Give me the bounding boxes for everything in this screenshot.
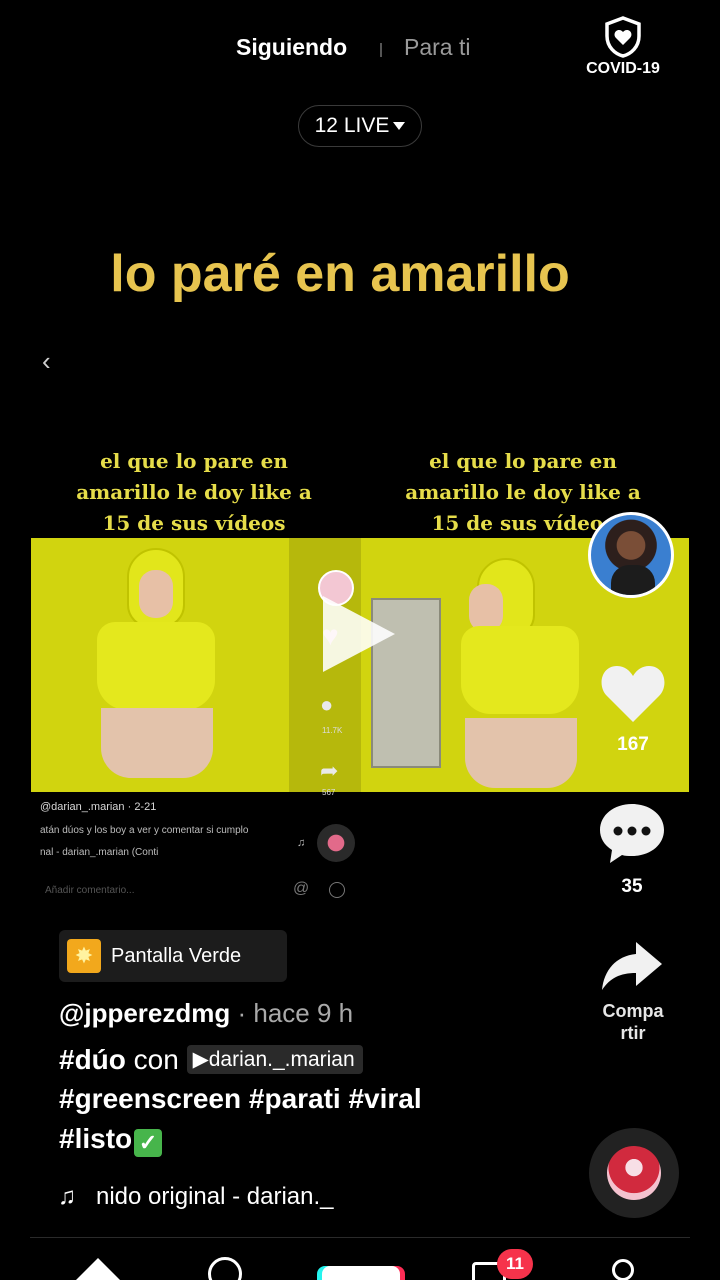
- hashtag-listo[interactable]: #listo: [59, 1123, 132, 1154]
- heart-icon: [601, 666, 665, 722]
- create-icon[interactable]: [322, 1266, 400, 1280]
- tab-for-you[interactable]: Para ti: [404, 34, 470, 61]
- covid-label: COVID-19: [586, 60, 660, 77]
- bottom-divider: [30, 1237, 690, 1238]
- caret-down-icon: [393, 122, 406, 130]
- at-icon: @: [293, 880, 310, 897]
- tab-divider: [380, 43, 382, 57]
- hashtag-duo[interactable]: #dúo: [59, 1044, 126, 1075]
- embedded-comment-placeholder: Añadir comentario...: [45, 885, 135, 896]
- description-line-1: #dúo con ▶darian._.marian: [59, 1044, 363, 1076]
- home-icon[interactable]: [76, 1258, 120, 1280]
- effect-chip[interactable]: ✸ Pantalla Verde: [59, 930, 287, 982]
- search-icon[interactable]: [208, 1257, 242, 1280]
- video-caption: lo paré en amarillo: [110, 245, 570, 303]
- embedded-sound: nal - darian_.marian (Conti: [40, 847, 159, 858]
- sparkle-icon: ✸: [67, 939, 101, 973]
- embedded-username: @darian_.marian · 2-21: [40, 801, 157, 813]
- inbox-badge: 11: [497, 1249, 533, 1279]
- like-count: 167: [617, 734, 649, 755]
- music-note-icon: ♫: [58, 1183, 76, 1210]
- emoji-icon: [329, 882, 345, 898]
- comment-icon: ●: [320, 692, 334, 717]
- bottom-nav: [0, 1250, 720, 1280]
- check-mark-icon: ✓: [134, 1129, 163, 1157]
- profile-icon[interactable]: [612, 1259, 634, 1280]
- shield-icon: [605, 16, 641, 58]
- comment-button[interactable]: [598, 800, 666, 871]
- sound-line[interactable]: ♫ nido original - darian._: [58, 1183, 333, 1211]
- mid-comment-count: 11.7K: [322, 726, 343, 735]
- live-button[interactable]: 12 LIVE: [298, 105, 422, 147]
- music-disc[interactable]: [589, 1128, 679, 1218]
- hashtags-line[interactable]: #greenscreen #parati #viral: [59, 1083, 422, 1115]
- overlay-text-left: el que lo pare en amarillo le doy like a…: [76, 449, 312, 535]
- mid-share-count: 567: [322, 788, 336, 797]
- duet-con-text: con: [125, 1044, 187, 1075]
- description-line-3: #listo ✓: [59, 1123, 163, 1157]
- play-small-icon: ▶: [192, 1048, 209, 1071]
- post-time: · hace 9 h: [230, 998, 354, 1028]
- video-player[interactable]: el que lo pare en amarillo le doy like a…: [31, 440, 689, 910]
- covid-button[interactable]: COVID-19: [580, 16, 666, 78]
- comment-count: 35: [621, 876, 643, 897]
- duet-username: darian._.marian: [208, 1048, 355, 1071]
- sound-name: nido original - darian._: [96, 1183, 334, 1210]
- duet-user-tag[interactable]: ▶darian._.marian: [186, 1045, 363, 1074]
- like-button[interactable]: [598, 662, 668, 729]
- embedded-description: atán dúos y los boy a ver y comentar si …: [40, 825, 249, 836]
- author-username[interactable]: @jpperezdmg: [59, 998, 230, 1028]
- share-button[interactable]: [598, 940, 666, 999]
- profile-avatar[interactable]: [588, 512, 674, 598]
- music-disc-icon: [317, 824, 355, 862]
- play-icon[interactable]: [323, 596, 395, 672]
- share-icon: ➦: [320, 758, 339, 783]
- live-label: 12 LIVE: [314, 114, 390, 137]
- author-line: @jpperezdmg · hace 9 h: [59, 998, 353, 1029]
- music-disc-icon: [607, 1146, 661, 1200]
- effect-label: Pantalla Verde: [111, 944, 242, 967]
- music-note-icon: ♫: [297, 837, 306, 849]
- greenscreen-frame-left: [31, 538, 289, 792]
- share-icon: [602, 942, 662, 990]
- chevron-left-icon[interactable]: ‹: [42, 346, 51, 377]
- tab-following[interactable]: Siguiendo: [236, 34, 347, 61]
- comment-icon: [600, 804, 664, 863]
- share-label: Compa rtir: [602, 1001, 664, 1043]
